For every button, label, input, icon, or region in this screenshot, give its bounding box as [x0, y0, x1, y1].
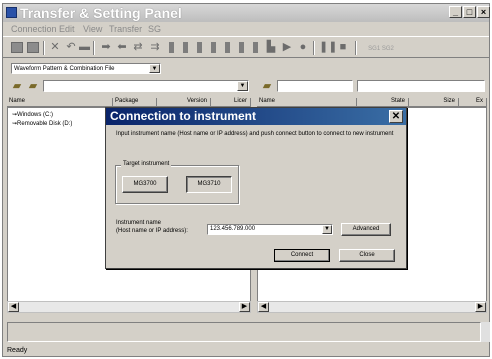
undo-icon[interactable]: ↶ — [65, 41, 77, 54]
right-path-field[interactable] — [277, 80, 353, 92]
toolbar-separator — [93, 41, 95, 55]
maximize-button[interactable]: □ — [463, 6, 476, 18]
pause-icon[interactable]: ❚❚ — [319, 41, 337, 54]
delete-icon[interactable]: ✕ — [49, 41, 61, 54]
connect-button[interactable]: Connect — [274, 249, 330, 262]
file-type-select[interactable]: Waveform Pattern & Combination File ▼ — [11, 63, 161, 74]
toolbar-separator — [355, 41, 357, 55]
left-path-select[interactable]: ▼ — [43, 80, 249, 92]
menu-edit[interactable]: Edit — [59, 24, 75, 34]
stop-icon[interactable]: ■ — [337, 41, 349, 54]
scroll-right-icon[interactable]: ▶ — [475, 302, 486, 312]
bar-chart-icon[interactable]: ▙ — [265, 41, 277, 54]
app-icon — [6, 7, 17, 18]
status-text: Ready — [7, 347, 28, 354]
close-dialog-button[interactable]: Close — [339, 249, 395, 262]
dialog-close-button[interactable]: ✕ — [389, 110, 403, 123]
play-icon[interactable]: ▶ — [281, 41, 293, 54]
minimize-button[interactable]: _ — [449, 6, 462, 18]
column-state[interactable]: State — [357, 98, 409, 107]
bar-chart-icon[interactable] — [197, 42, 202, 53]
target-instrument-group: Target instrument MG3700 MG3710 — [115, 161, 239, 204]
log-area[interactable] — [7, 322, 481, 342]
menu-bar: Connection Edit View Transfer SG — [3, 22, 489, 36]
close-icon: ✕ — [391, 111, 401, 122]
folder-up-icon[interactable]: ▰ — [27, 80, 39, 93]
equals-icon[interactable]: ⇉ — [149, 41, 161, 54]
file-type-value: Waveform Pattern & Combination File — [14, 66, 115, 72]
column-extension[interactable]: Ex — [459, 98, 487, 107]
chevron-down-icon[interactable]: ▼ — [322, 225, 332, 234]
column-package[interactable]: Package — [113, 98, 157, 107]
column-name[interactable]: Name — [7, 98, 113, 107]
chevron-down-icon[interactable]: ▼ — [149, 64, 160, 73]
bar-chart-icon[interactable] — [253, 42, 258, 53]
mg3700-button[interactable]: MG3700 — [122, 176, 168, 193]
copy-icon[interactable]: ▬ — [79, 41, 90, 54]
sg-labels: SG1 SG2 — [368, 46, 394, 52]
instrument-name-label: Instrument name (Host name or IP address… — [116, 220, 188, 234]
list-item[interactable]: ⇝Removable Disk (D:) — [12, 120, 72, 127]
column-size[interactable]: Size — [409, 98, 459, 107]
column-license[interactable]: Licer — [211, 98, 251, 107]
left-path-row: ▰ ▰ ▼ — [7, 78, 251, 96]
disconnect-icon[interactable] — [27, 42, 39, 53]
bar-chart-icon[interactable] — [211, 42, 216, 53]
left-column-header: Name Package Version Licer — [7, 97, 251, 107]
status-bar: Ready — [3, 345, 489, 357]
title-bar: Transfer & Setting Panel _ □ × — [3, 4, 490, 22]
list-item[interactable]: ⇝Windows (C:) — [12, 111, 53, 118]
column-name[interactable]: Name — [257, 98, 357, 107]
connect-icon[interactable] — [11, 42, 23, 53]
folder-icon[interactable]: ▰ — [11, 80, 23, 93]
right-path-row: ▰ — [257, 78, 487, 96]
left-horizontal-scrollbar[interactable]: ◀ ▶ — [7, 301, 251, 313]
bar-chart-icon[interactable] — [169, 42, 174, 53]
right-column-header: Name State Size Ex — [257, 97, 487, 107]
right-path-field-2[interactable] — [357, 80, 485, 92]
window-title: Transfer & Setting Panel — [20, 5, 182, 21]
connection-dialog: Connection to instrument ✕ Input instrum… — [105, 107, 407, 269]
mg3710-button[interactable]: MG3710 — [186, 176, 232, 193]
transfer-left-icon[interactable]: ⬅ — [115, 41, 129, 54]
instrument-name-input[interactable]: 123.456.789.000 ▼ — [207, 224, 333, 235]
file-type-row: Waveform Pattern & Combination File ▼ — [3, 60, 489, 76]
toolbar-separator — [313, 41, 315, 55]
vertical-scrollbar[interactable] — [481, 322, 490, 342]
folder-icon[interactable]: ▰ — [261, 80, 273, 93]
scroll-left-icon[interactable]: ◀ — [8, 302, 19, 312]
column-version[interactable]: Version — [157, 98, 211, 107]
bar-chart-icon[interactable] — [239, 42, 244, 53]
dialog-title-bar: Connection to instrument ✕ — [106, 108, 406, 125]
chevron-down-icon[interactable]: ▼ — [237, 81, 248, 91]
bar-chart-icon[interactable] — [225, 42, 230, 53]
menu-sg[interactable]: SG — [148, 24, 161, 34]
scroll-left-icon[interactable]: ◀ — [258, 302, 269, 312]
advanced-button[interactable]: Advanced — [341, 223, 391, 236]
transfer-right-icon[interactable]: ➡ — [99, 41, 113, 54]
menu-connection[interactable]: Connection — [11, 24, 57, 34]
dialog-instruction: Input instrument name (Host name or IP a… — [116, 131, 394, 137]
transfer-both-icon[interactable]: ⇄ — [131, 41, 145, 54]
instrument-name-value: 123.456.789.000 — [210, 226, 256, 232]
target-instrument-label: Target instrument — [121, 161, 172, 167]
menu-view[interactable]: View — [83, 24, 102, 34]
record-icon[interactable]: ● — [297, 41, 309, 54]
close-button[interactable]: × — [477, 6, 490, 18]
toolbar: ✕ ↶ ▬ ➡ ⬅ ⇄ ⇉ ▙ ▶ ● ❚❚ ■ SG1 SG2 — [3, 36, 489, 58]
scroll-right-icon[interactable]: ▶ — [239, 302, 250, 312]
toolbar-separator — [43, 41, 45, 55]
dialog-title: Connection to instrument — [110, 109, 256, 123]
right-horizontal-scrollbar[interactable]: ◀ ▶ — [257, 301, 487, 313]
bar-chart-icon[interactable] — [183, 42, 188, 53]
menu-transfer[interactable]: Transfer — [109, 24, 142, 34]
